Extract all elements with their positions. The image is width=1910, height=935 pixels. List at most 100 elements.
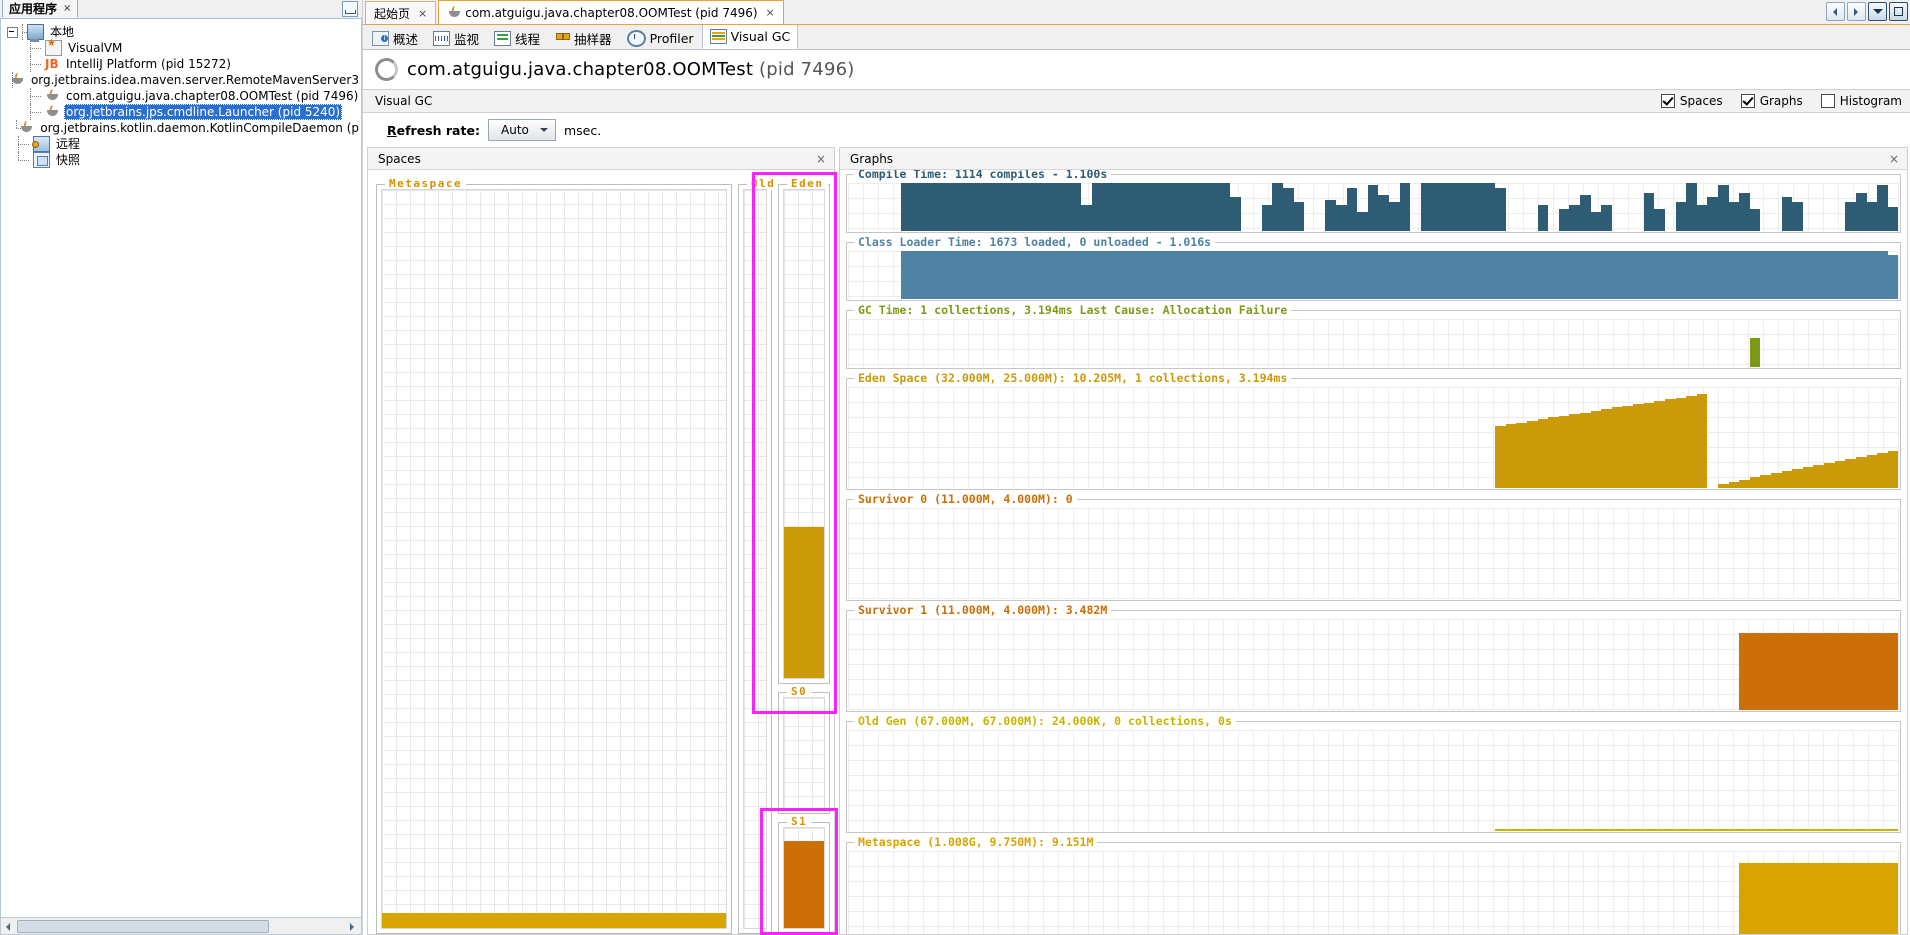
tree-item-label: org.jetbrains.kotlin.daemon.KotlinCompil… [40,121,359,135]
applications-tree: 本地 VisualVM JB IntelliJ Platform (pid 15… [1,19,361,168]
refresh-rate-value: Auto [501,123,529,137]
scroll-right-icon[interactable] [345,919,361,933]
chart-survivor-1[interactable]: Survivor 1 (11.000M, 4.000M): 3.482M [846,603,1901,712]
java-icon [10,73,25,87]
close-icon[interactable]: × [418,7,427,20]
tab-label: 抽样器 [574,32,612,47]
collapse-toggle-icon[interactable] [7,26,18,38]
checkbox-icon[interactable] [1660,94,1675,108]
tab-label: 起始页 [374,6,411,21]
page-title-text: com.atguigu.java.chapter08.OOMTest (pid … [407,59,854,80]
remote-icon [32,136,50,152]
checkbox-label: Spaces [1679,94,1723,108]
tree-item-visualvm[interactable]: VisualVM [7,38,361,56]
thread-icon [494,31,512,46]
tab-monitor[interactable]: 监视 [426,28,486,49]
section-title: Visual GC [375,94,433,108]
chart-title: Old Gen (67.000M, 67.000M): 24.000K, 0 c… [854,714,1236,728]
main-area: 起始页 × com.atguigu.java.chapter08.OOMTest… [362,0,1910,935]
close-icon[interactable]: × [812,152,830,166]
chart-grid [848,730,1899,831]
tree-line [19,24,33,40]
space-s1[interactable]: S1 [778,815,830,934]
monitor-icon [433,31,451,46]
space-fill [382,913,726,928]
chart-old-gen[interactable]: Old Gen (67.000M, 67.000M): 24.000K, 0 c… [846,714,1901,833]
space-fill [784,526,824,678]
java-icon [45,105,60,119]
chart-survivor-0[interactable]: Survivor 0 (11.000M, 4.000M): 0 [846,492,1901,601]
chart-grid [848,387,1899,488]
visual-gc-panes: Spaces × Metaspace Old Eden S0 S1 Graphs… [363,147,1910,935]
tab-oomtest[interactable]: com.atguigu.java.chapter08.OOMTest (pid … [438,0,784,24]
graphs-panel: Graphs × Compile Time: 1114 compiles - 1… [839,147,1908,935]
applications-tab-label: 应用程序 [9,2,58,16]
spaces-panel: Spaces × Metaspace Old Eden S0 S1 [367,147,835,935]
scroll-tabs-left-icon[interactable] [1826,2,1845,21]
tree-item-snapshot[interactable]: 快照 [7,152,361,168]
space-grid [743,189,767,929]
space-eden[interactable]: Eden [778,177,830,684]
space-old[interactable]: Old [738,177,780,934]
minimize-icon[interactable] [342,1,358,17]
space-fill [784,841,824,928]
chart-title: Compile Time: 1114 compiles - 1.100s [854,170,1112,181]
tree-item-remote-maven-server[interactable]: org.jetbrains.idea.maven.server.RemoteMa… [7,72,361,88]
chart-compile-time[interactable]: Compile Time: 1114 compiles - 1.100s [846,170,1901,233]
chevron-down-icon[interactable] [539,128,548,132]
checkbox-histogram[interactable]: Histogram [1820,94,1902,108]
tab-profiler[interactable]: Profiler [620,28,701,49]
close-icon[interactable]: × [1885,152,1903,166]
space-metaspace[interactable]: Metaspace [376,177,732,934]
refresh-rate-unit: msec. [563,122,602,138]
checkbox-spaces[interactable]: Spaces [1660,94,1723,108]
tab-label: 线程 [515,32,541,47]
checkbox-graphs[interactable]: Graphs [1740,94,1803,108]
young-gen-columns: Eden S0 S1 [778,176,830,934]
checkbox-icon[interactable] [1740,94,1755,108]
chart-title: GC Time: 1 collections, 3.194ms Last Cau… [854,303,1292,317]
chart-class-loader-time[interactable]: Class Loader Time: 1673 loaded, 0 unload… [846,235,1901,301]
view-tabbar: 概述 监视 线程 抽样器 Profiler Visual GC [363,24,1910,50]
tree-item-oomtest[interactable]: com.atguigu.java.chapter08.OOMTest (pid … [7,88,361,104]
tab-sampler[interactable]: 抽样器 [548,28,619,49]
chart-title: Survivor 0 (11.000M, 4.000M): 0 [854,492,1077,506]
tab-start-page[interactable]: 起始页 × [365,1,437,24]
chart-series [848,183,1899,231]
applications-tab[interactable]: 应用程序 × [2,0,79,18]
close-icon[interactable]: × [63,3,71,14]
chart-title: Survivor 1 (11.000M, 4.000M): 3.482M [854,603,1112,617]
chart-gc-time[interactable]: GC Time: 1 collections, 3.194ms Last Cau… [846,303,1901,369]
scroll-tabs-right-icon[interactable] [1847,2,1866,21]
tree-item-remote[interactable]: 远程 [7,136,361,152]
refresh-rate-select[interactable]: Auto [487,119,556,141]
space-s0[interactable]: S0 [778,685,830,814]
tabbar-controls [1826,2,1908,21]
tree-item-local[interactable]: 本地 [7,24,361,42]
scroll-left-icon[interactable] [1,919,17,933]
panel-title: Graphs [850,151,894,166]
tree-item-kotlin-compile-daemon[interactable]: org.jetbrains.kotlin.daemon.KotlinCompil… [7,120,361,136]
spaces-panel-header: Spaces × [368,148,834,170]
tab-overview[interactable]: 概述 [365,28,425,49]
checkbox-icon[interactable] [1820,94,1835,108]
page-title-main: com.atguigu.java.chapter08.OOMTest [407,59,754,80]
tab-list-dropdown-icon[interactable] [1868,2,1887,21]
tab-label: 概述 [393,32,419,47]
tab-visual-gc[interactable]: Visual GC [701,24,799,49]
tree-item-intellij-platform[interactable]: JB IntelliJ Platform (pid 15272) [7,56,361,72]
chart-series [848,730,1899,831]
tab-threads[interactable]: 线程 [487,28,547,49]
chart-series [848,251,1899,299]
tree-item-jps-launcher[interactable]: org.jetbrains.jps.cmdline.Launcher (pid … [7,104,361,120]
applications-horizontal-scrollbar[interactable] [0,918,362,935]
chart-eden-space[interactable]: Eden Space (32.000M, 25.000M): 10.205M, … [846,371,1901,490]
maximize-icon[interactable] [1889,2,1908,21]
tab-label: Visual GC [730,29,791,44]
sampler-icon [555,32,571,45]
close-icon[interactable]: × [766,6,775,19]
java-icon [19,121,34,135]
chart-metaspace[interactable]: Metaspace (1.008G, 9.750M): 9.151M [846,835,1901,934]
tree-line [15,136,33,152]
scrollbar-thumb[interactable] [17,919,269,933]
